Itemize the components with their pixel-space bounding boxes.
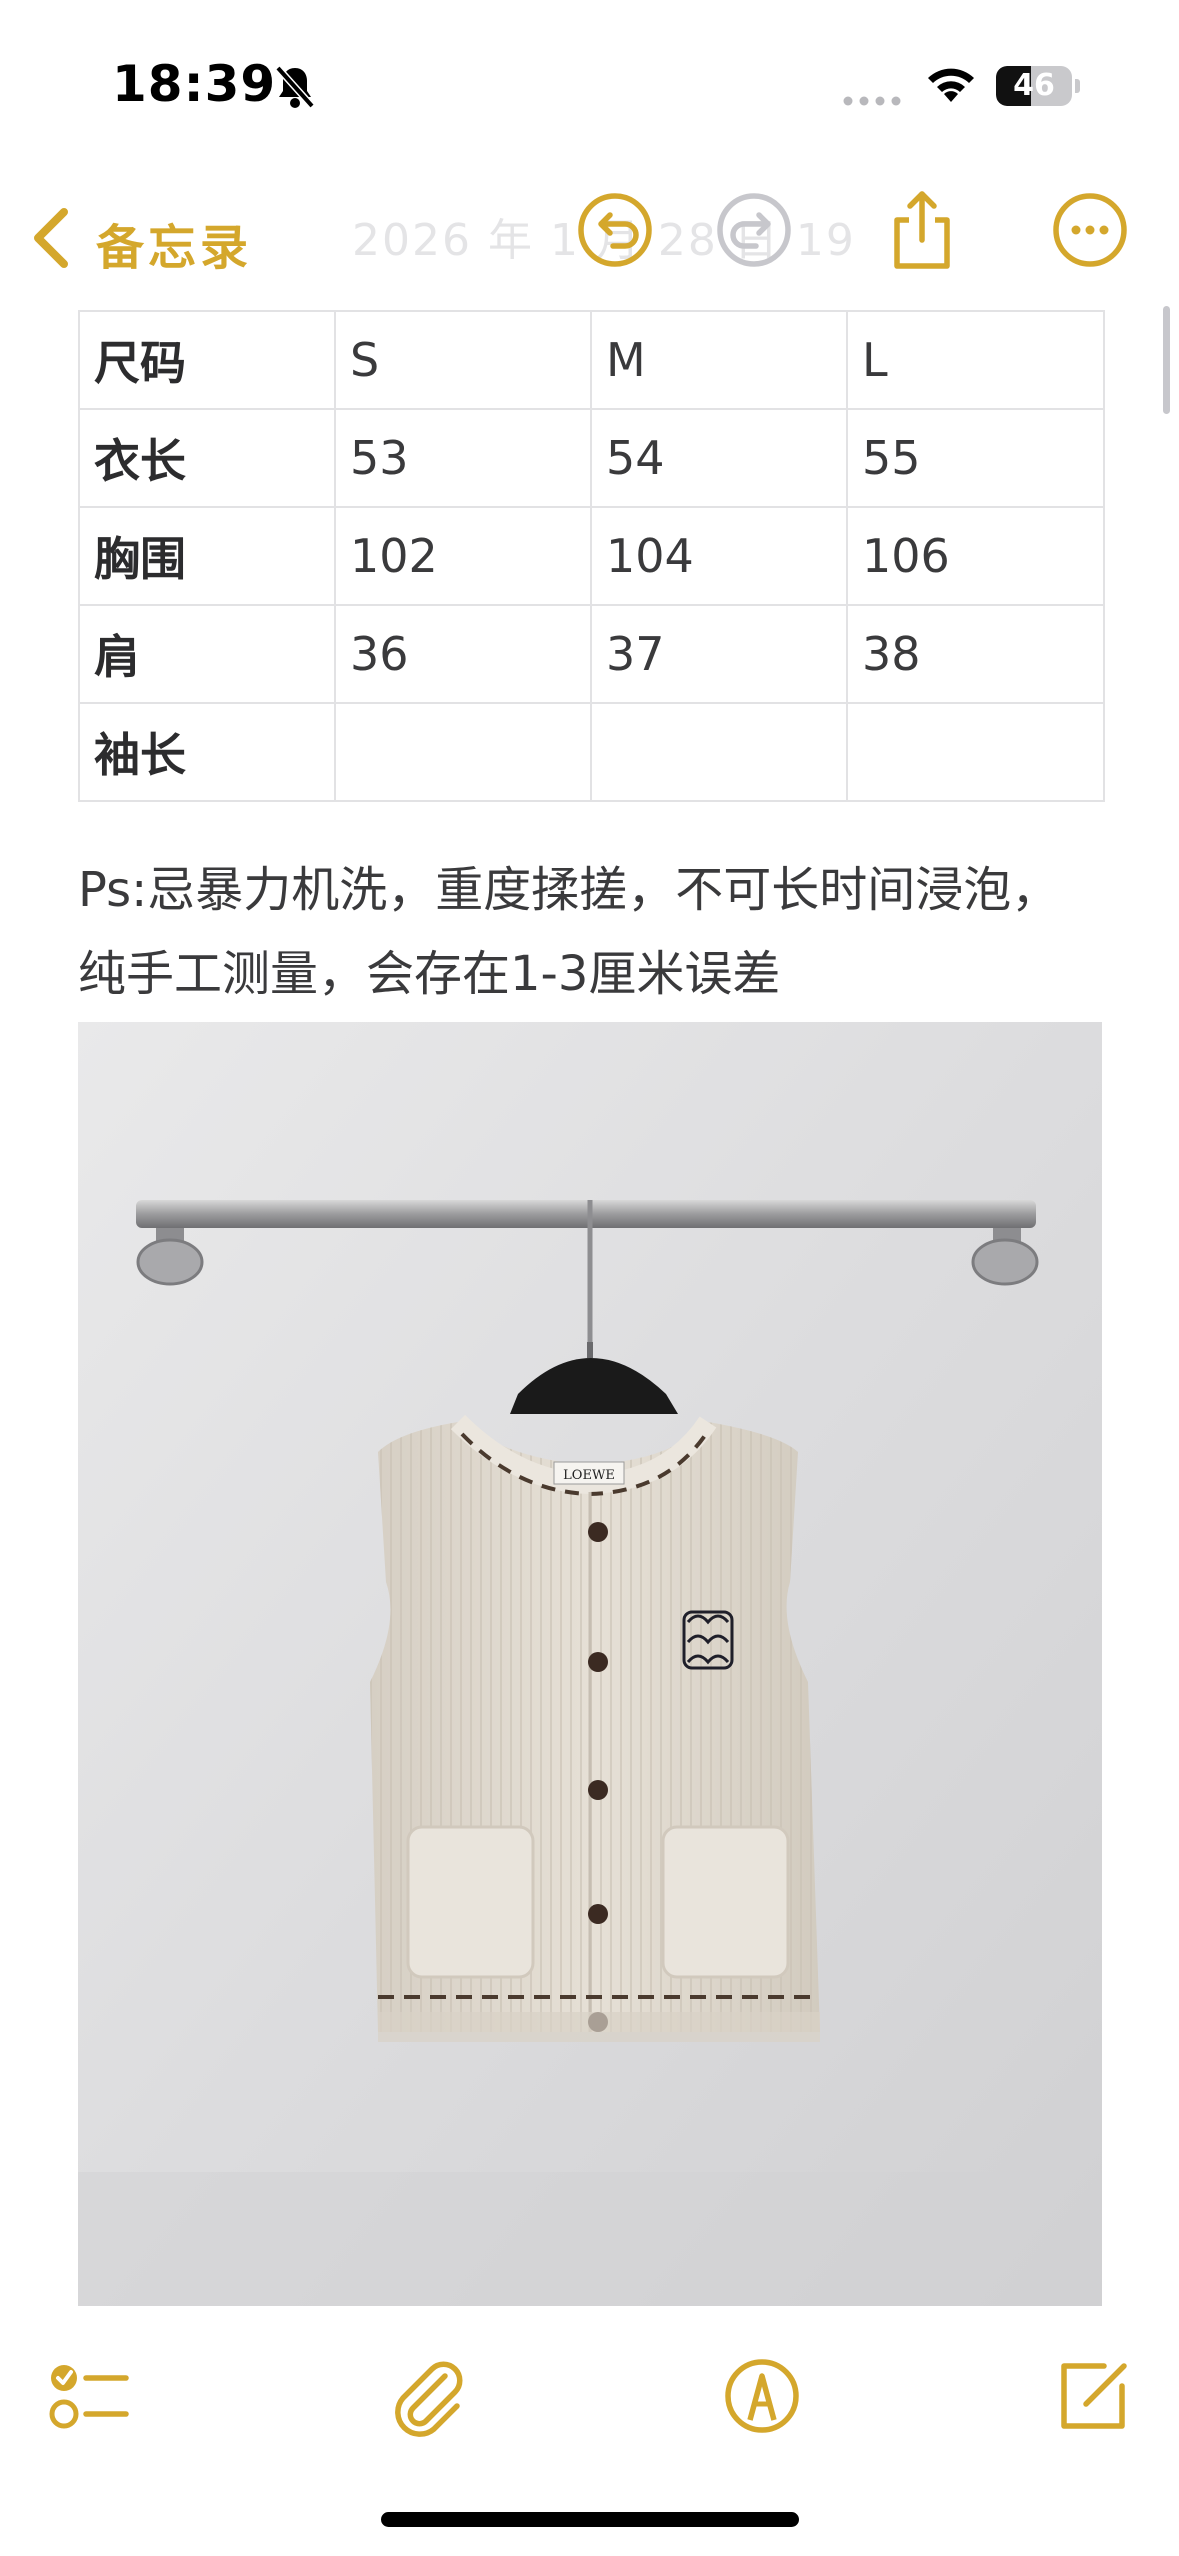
table-cell[interactable]: 53 (334, 408, 592, 508)
table-header-row: 尺码 S M L (78, 310, 1105, 410)
note-text-line: 纯手工测量，会存在1-3厘米误差 (78, 946, 781, 1002)
markup-pen-icon[interactable] (720, 2354, 804, 2438)
paperclip-icon[interactable] (385, 2354, 469, 2438)
table-cell[interactable]: 衣长 (78, 408, 336, 508)
table-cell[interactable] (846, 702, 1105, 802)
table-cell[interactable]: 胸围 (78, 506, 336, 606)
table-cell[interactable]: 37 (590, 604, 848, 704)
scroll-indicator[interactable] (1163, 306, 1170, 414)
table-cell[interactable]: L (846, 310, 1105, 410)
table-row: 衣长 53 54 55 (78, 408, 1105, 508)
table-cell[interactable]: S (334, 310, 592, 410)
undo-icon[interactable] (573, 188, 657, 272)
note-text[interactable]: Ps:忌暴力机洗，重度揉搓，不可长时间浸泡， 纯手工测量，会存在1-3厘米误差 (78, 848, 1138, 1016)
battery-level-text: 46 (1013, 68, 1055, 103)
nav-bar: 备忘录 2026 年 1 月 28 日 19 (0, 180, 1179, 280)
chevron-left-icon (34, 208, 68, 268)
home-indicator[interactable] (381, 2512, 799, 2527)
table-cell[interactable]: 袖长 (78, 702, 336, 802)
status-time: 18:39 (112, 55, 277, 113)
table-row: 袖长 (78, 702, 1105, 802)
table-cell[interactable]: 54 (590, 408, 848, 508)
compose-icon[interactable] (1050, 2354, 1134, 2438)
table-row: 肩 36 37 38 (78, 604, 1105, 704)
wifi-icon (928, 68, 974, 102)
table-cell[interactable]: 55 (846, 408, 1105, 508)
bell-slash-icon (275, 65, 315, 109)
redo-icon[interactable] (712, 188, 796, 272)
table-cell[interactable]: 尺码 (78, 310, 336, 410)
back-button[interactable]: 备忘录 (22, 190, 262, 276)
table-cell[interactable]: 36 (334, 604, 592, 704)
table-cell[interactable]: 38 (846, 604, 1105, 704)
table-cell[interactable]: 104 (590, 506, 848, 606)
battery-cap (1075, 79, 1080, 93)
size-table[interactable]: 尺码 S M L 衣长 53 54 55 胸围 102 104 106 肩 36… (78, 310, 1105, 802)
more-icon[interactable] (1048, 188, 1132, 272)
bottom-toolbar (0, 2340, 1179, 2460)
status-bar: 18:39 46 (0, 0, 1179, 160)
back-label: 备忘录 (96, 220, 253, 276)
battery-icon: 46 (996, 66, 1072, 106)
table-cell[interactable]: M (590, 310, 848, 410)
table-cell[interactable]: 102 (334, 506, 592, 606)
sweater-vest-photo: LOEWE (78, 1022, 1102, 2306)
brand-label: LOEWE (563, 1468, 615, 1483)
share-icon[interactable] (880, 188, 964, 272)
table-cell[interactable] (334, 702, 592, 802)
product-photo[interactable]: LOEWE (78, 1022, 1102, 2306)
table-row: 胸围 102 104 106 (78, 506, 1105, 606)
cellular-dots-icon (843, 96, 901, 106)
table-cell[interactable]: 106 (846, 506, 1105, 606)
table-cell[interactable]: 肩 (78, 604, 336, 704)
checklist-icon[interactable] (46, 2354, 130, 2438)
note-text-line: Ps:忌暴力机洗，重度揉搓，不可长时间浸泡， (78, 862, 1060, 918)
table-cell[interactable] (590, 702, 848, 802)
